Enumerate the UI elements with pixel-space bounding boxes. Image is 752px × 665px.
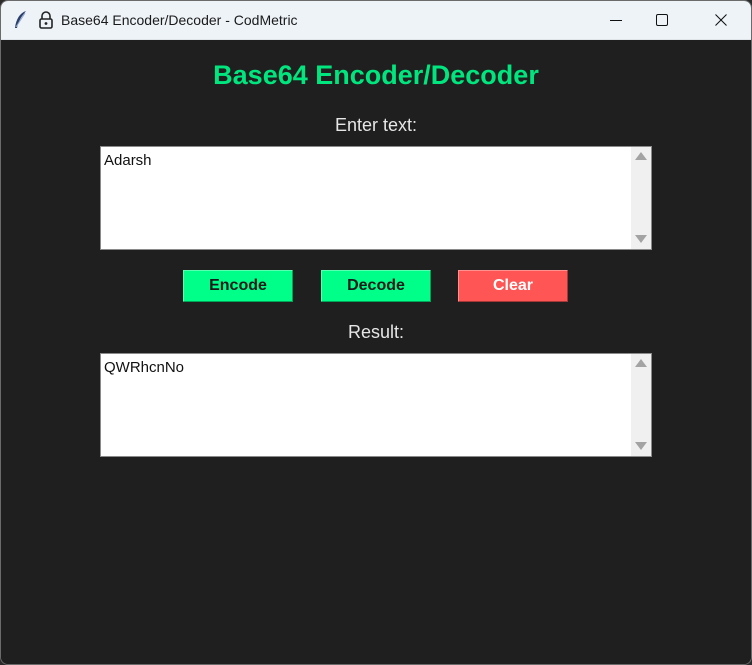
encode-button[interactable]: Encode xyxy=(182,269,294,303)
scroll-down-icon[interactable] xyxy=(635,442,647,450)
input-scrollbar[interactable] xyxy=(631,147,651,249)
maximize-button[interactable] xyxy=(639,1,685,39)
result-label: Result: xyxy=(347,322,405,342)
result-text-area[interactable]: QWRhcnNo xyxy=(100,353,652,457)
window-title: Base64 Encoder/Decoder - CodMetric xyxy=(61,12,298,28)
scroll-up-icon[interactable] xyxy=(635,359,647,367)
app-heading: Base64 Encoder/Decoder xyxy=(213,60,539,90)
scroll-up-icon[interactable] xyxy=(635,152,647,160)
input-text-value[interactable]: Adarsh xyxy=(104,152,629,247)
title-bar[interactable]: Base64 Encoder/Decoder - CodMetric xyxy=(1,1,751,40)
feather-icon xyxy=(13,10,31,30)
close-icon xyxy=(715,14,727,26)
scroll-down-icon[interactable] xyxy=(635,235,647,243)
result-scrollbar[interactable] xyxy=(631,354,651,456)
app-body: Base64 Encoder/Decoder Enter text: Adars… xyxy=(1,40,751,664)
close-button[interactable] xyxy=(698,1,744,39)
app-window: Base64 Encoder/Decoder - CodMetric Base6… xyxy=(0,0,752,665)
minimize-button[interactable] xyxy=(593,1,639,39)
lock-icon xyxy=(37,10,55,30)
decode-button[interactable]: Decode xyxy=(320,269,432,303)
clear-button[interactable]: Clear xyxy=(457,269,569,303)
input-text-area[interactable]: Adarsh xyxy=(100,146,652,250)
input-label: Enter text: xyxy=(334,115,418,135)
minimize-icon xyxy=(610,20,622,21)
maximize-icon xyxy=(656,14,668,26)
result-text-value[interactable]: QWRhcnNo xyxy=(104,359,629,454)
